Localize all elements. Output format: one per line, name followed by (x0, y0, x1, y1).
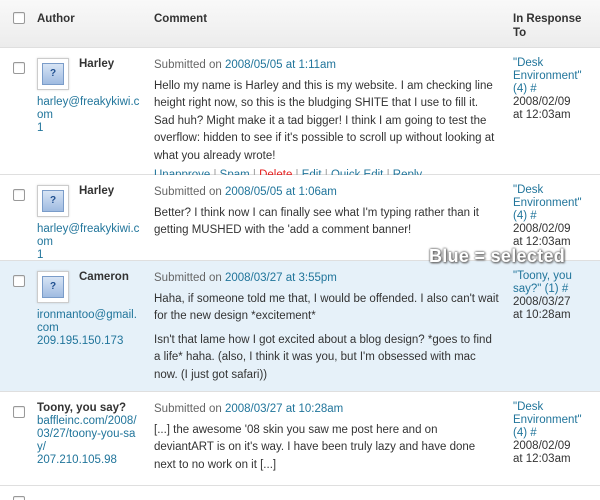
row-checkbox[interactable] (13, 406, 25, 418)
response-time: at 10:28am (513, 309, 571, 321)
author-ip[interactable]: 209.195.150.173 (37, 335, 142, 348)
comment-text: [...] the awesome '08 skin you saw me po… (154, 423, 476, 471)
avatar-placeholder-icon: ? (42, 276, 64, 298)
comment-date-link[interactable]: 2008/03/27 at 10:28am (225, 403, 343, 415)
response-time: at 12:03am (513, 109, 571, 121)
row-checkbox[interactable] (13, 275, 25, 287)
author-name: Toony, you say? (37, 402, 127, 414)
response-date: 2008/02/09 (513, 440, 571, 452)
comment-text: Hello my name is Harley and this is my w… (154, 79, 495, 162)
response-post-link[interactable]: "Desk Environment" (4) # (513, 184, 598, 223)
response-date: 2008/02/09 (513, 223, 571, 235)
comment-date-link[interactable]: 2008/03/27 at 3:55pm (225, 272, 337, 284)
table-row: ? Harley harley@freakykiwi.com 1 Submitt… (0, 48, 600, 181)
avatar-placeholder-icon: ? (42, 63, 64, 85)
comment-text: Isn't that lame how I got excited about … (154, 333, 492, 381)
response-date: 2008/03/27 (513, 296, 571, 308)
author-name: Harley (79, 58, 115, 70)
avatar-placeholder-icon: ? (42, 190, 64, 212)
author-email-link[interactable]: harley@freakykiwi.com (37, 223, 142, 249)
response-post-link[interactable]: "Desk Environment" (4) # (513, 401, 598, 440)
response-time: at 12:03am (513, 453, 571, 465)
response-date: 2008/02/09 (513, 96, 571, 108)
table-row: Toony, you say? baffleinc.com/2008/03/27… (0, 392, 600, 486)
response-column-header[interactable]: In Response To (513, 12, 593, 40)
author-email-link[interactable]: ironmantoo@gmail.com (37, 309, 142, 335)
author-url-link[interactable]: baffleinc.com/2008/03/27/toony-you-say/ (37, 415, 137, 454)
author-ip[interactable]: 207.210.105.98 (37, 454, 137, 467)
table-row-selected: ? Cameron ironmantoo@gmail.com 209.195.1… (0, 261, 600, 392)
comment-date-link[interactable]: 2008/05/05 at 1:06am (225, 186, 337, 198)
select-all-checkbox[interactable] (13, 12, 25, 24)
author-name: Harley (79, 185, 115, 197)
row-checkbox[interactable] (13, 496, 25, 500)
response-post-link[interactable]: "Toony, you say?" (1) # (513, 270, 598, 296)
author-email-link[interactable]: harley@freakykiwi.com (37, 96, 142, 122)
submitted-label: Submitted on (154, 403, 222, 415)
table-row-partial (0, 486, 600, 500)
comment-text: Haha, if someone told me that, I would b… (154, 292, 499, 323)
comment-text: Better? I think now I can finally see wh… (154, 206, 479, 237)
table-header: Author Comment In Response To (0, 0, 600, 48)
submitted-label: Submitted on (154, 59, 222, 71)
author-ip[interactable]: 1 (37, 122, 142, 135)
comment-column-header[interactable]: Comment (154, 12, 207, 26)
submitted-label: Submitted on (154, 186, 222, 198)
submitted-label: Submitted on (154, 272, 222, 284)
row-checkbox[interactable] (13, 189, 25, 201)
author-name: Cameron (79, 271, 129, 283)
avatar: ? (37, 271, 69, 303)
row-checkbox[interactable] (13, 62, 25, 74)
avatar: ? (37, 58, 69, 90)
annotation-overlay: Blue = selected (429, 246, 566, 266)
comment-date-link[interactable]: 2008/05/05 at 1:11am (225, 59, 336, 71)
avatar: ? (37, 185, 69, 217)
response-post-link[interactable]: "Desk Environment" (4) # (513, 57, 598, 96)
author-column-header[interactable]: Author (37, 12, 75, 26)
